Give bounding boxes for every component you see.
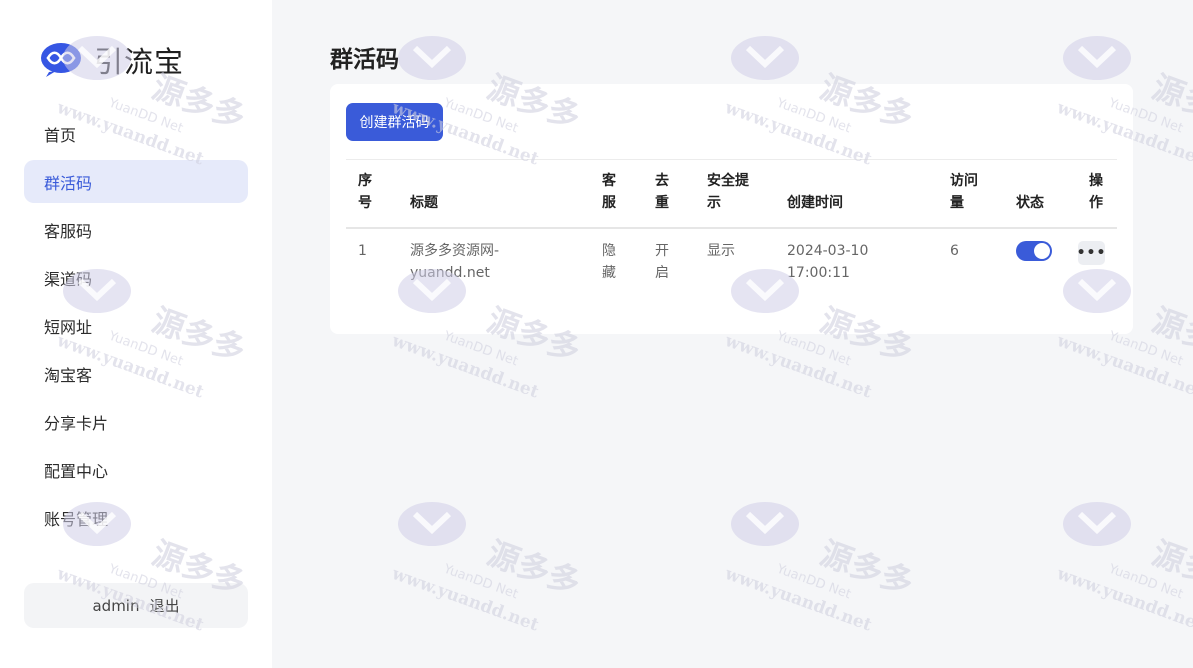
column-header-index: 序号 (358, 173, 372, 211)
sidebar: 引流宝 首页 群活码 客服码 渠道码 短网址 淘宝客 分享卡片 配置中心 账号管… (0, 0, 272, 668)
sidebar-item-label: 客服码 (44, 221, 93, 241)
sidebar-item-group-qrcode[interactable]: 群活码 (24, 160, 248, 203)
cell-kefu: 隐藏 (602, 243, 616, 281)
column-header-created-time: 创建时间 (787, 195, 843, 211)
app-name: 引流宝 (94, 45, 185, 79)
group-qrcode-table: 序号 标题 客服 去重 安全提示 创建时间 访问量 状态 操作 1 源多多资源网… (346, 159, 1117, 309)
sidebar-item-label: 渠道码 (44, 269, 93, 289)
sidebar-item-label: 分享卡片 (44, 413, 109, 433)
sidebar-item-taobaoke[interactable]: 淘宝客 (24, 352, 248, 395)
watermark-logo (388, 502, 585, 636)
status-toggle[interactable] (1016, 241, 1052, 261)
cell-created-time: 2024-03-10 17:00:11 (787, 243, 869, 281)
create-group-qrcode-button[interactable]: 创建群活码 (346, 103, 443, 141)
sidebar-item-label: 首页 (44, 125, 77, 145)
username: admin (92, 596, 140, 615)
sidebar-nav: 首页 群活码 客服码 渠道码 短网址 淘宝客 分享卡片 配置中心 账号管理 (24, 112, 248, 544)
column-header-dedupe: 去重 (655, 173, 669, 211)
watermark-logo (1053, 502, 1193, 636)
column-header-kefu: 客服 (602, 173, 616, 211)
sidebar-item-short-url[interactable]: 短网址 (24, 304, 248, 347)
content-card: 创建群活码 序号 标题 客服 去重 安全提示 创建时间 访问量 状态 操作 1 … (330, 84, 1133, 334)
column-header-safety-tip: 安全提示 (707, 173, 749, 211)
cell-safety-tip: 显示 (707, 243, 735, 259)
sidebar-item-label: 配置中心 (44, 461, 109, 481)
column-header-title: 标题 (410, 195, 438, 211)
column-header-actions: 操作 (1089, 173, 1103, 211)
app-logo[interactable]: 引流宝 (40, 40, 184, 80)
sidebar-item-label: 短网址 (44, 317, 93, 337)
cell-index: 1 (358, 243, 367, 259)
more-actions-button[interactable]: ••• (1077, 241, 1105, 265)
cell-title: 源多多资源网-yuandd.net (410, 243, 500, 281)
table-header: 序号 标题 客服 去重 安全提示 创建时间 访问量 状态 操作 (346, 159, 1117, 229)
column-header-visits: 访问量 (950, 173, 978, 211)
table-row: 1 源多多资源网-yuandd.net 隐藏 开启 显示 2024-03-10 1… (346, 229, 1117, 309)
sidebar-item-account-management[interactable]: 账号管理 (24, 496, 248, 539)
logo-icon (41, 43, 81, 77)
sidebar-item-kefu-qrcode[interactable]: 客服码 (24, 208, 248, 251)
page-title: 群活码 (330, 47, 399, 73)
watermark-logo (721, 502, 918, 636)
sidebar-item-label: 淘宝客 (44, 365, 93, 385)
cell-visits: 6 (950, 243, 959, 259)
sidebar-item-home[interactable]: 首页 (24, 112, 248, 155)
logout-link[interactable]: 退出 (149, 595, 179, 616)
cell-dedupe: 开启 (655, 243, 669, 281)
column-header-status: 状态 (1016, 195, 1044, 211)
sidebar-item-config-center[interactable]: 配置中心 (24, 448, 248, 491)
sidebar-item-share-card[interactable]: 分享卡片 (24, 400, 248, 443)
sidebar-item-label: 账号管理 (44, 509, 109, 529)
sidebar-item-channel-qrcode[interactable]: 渠道码 (24, 256, 248, 299)
user-box: admin 退出 (24, 583, 248, 628)
sidebar-item-label: 群活码 (44, 173, 93, 193)
